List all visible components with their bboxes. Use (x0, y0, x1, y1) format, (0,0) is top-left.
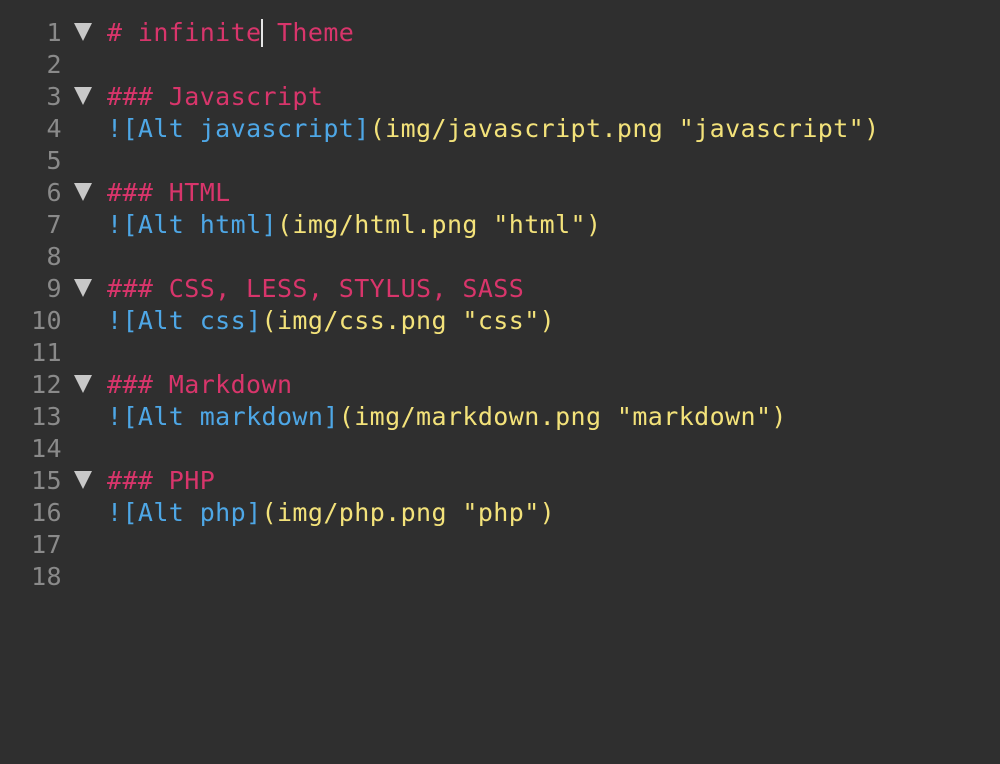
code-line[interactable]: 3 ### Javascript (0, 81, 1000, 113)
image-link-close-bracket: ] (354, 114, 370, 143)
code-line[interactable]: 17 (0, 529, 1000, 561)
code-text[interactable]: ![Alt php](img/php.png "php") (107, 497, 555, 529)
code-line[interactable]: 11 (0, 337, 1000, 369)
code-line[interactable]: 9 ### CSS, LESS, STYLUS, SASS (0, 273, 1000, 305)
image-url: (img/markdown.png "markdown") (338, 402, 787, 431)
fold-triangle-down-icon[interactable] (72, 465, 94, 497)
image-link-close-bracket: ] (261, 210, 277, 239)
code-text[interactable]: ### CSS, LESS, STYLUS, SASS (107, 273, 524, 305)
triangle-down-icon (74, 87, 92, 105)
line-number: 7 (46, 210, 62, 239)
image-link-open-bracket: ![ (107, 306, 138, 335)
markdown-heading: ### HTML (107, 178, 231, 207)
triangle-down-icon (74, 279, 92, 297)
image-url: (img/css.png "css") (261, 306, 556, 335)
image-link-close-bracket: ] (323, 402, 339, 431)
code-line[interactable]: 7 ![Alt html](img/html.png "html") (0, 209, 1000, 241)
line-number: 10 (31, 306, 62, 335)
fold-triangle-down-icon[interactable] (72, 177, 94, 209)
fold-triangle-down-icon[interactable] (72, 17, 94, 49)
image-url: (img/javascript.png "javascript") (369, 114, 880, 143)
code-line[interactable]: 14 (0, 433, 1000, 465)
line-number: 9 (46, 274, 62, 303)
image-link-open-bracket: ![ (107, 402, 138, 431)
code-line[interactable]: 16 ![Alt php](img/php.png "php") (0, 497, 1000, 529)
fold-triangle-down-icon[interactable] (72, 369, 94, 401)
line-number: 13 (31, 402, 62, 431)
markdown-heading: ### Javascript (107, 82, 324, 111)
code-text[interactable]: ### Javascript (107, 81, 323, 113)
code-line[interactable]: 1 # infinite Theme (0, 17, 1000, 49)
image-url: (img/html.png "html") (276, 210, 602, 239)
fold-triangle-down-icon[interactable] (72, 273, 94, 305)
image-alt-text: Alt javascript (137, 114, 355, 143)
line-number: 5 (46, 146, 62, 175)
line-number: 16 (31, 498, 62, 527)
line-number: 18 (31, 562, 62, 591)
code-text[interactable]: # infinite Theme (107, 17, 354, 49)
code-line[interactable]: 15 ### PHP (0, 465, 1000, 497)
image-alt-text: Alt css (137, 306, 247, 335)
code-line[interactable]: 2 (0, 49, 1000, 81)
code-text[interactable]: ![Alt markdown](img/markdown.png "markdo… (107, 401, 787, 433)
markdown-heading: # infinite (107, 18, 262, 47)
markdown-heading-rest: Theme (261, 18, 355, 47)
code-line[interactable]: 10 ![Alt css](img/css.png "css") (0, 305, 1000, 337)
code-lines: 1 # infinite Theme 2 3 ### Javascript 4 ![Alt … (0, 17, 1000, 593)
code-line[interactable]: 18 (0, 561, 1000, 593)
line-number: 1 (46, 18, 62, 47)
code-line[interactable]: 12 ### Markdown (0, 369, 1000, 401)
image-alt-text: Alt php (137, 498, 247, 527)
triangle-down-icon (74, 375, 92, 393)
markdown-heading: ### Markdown (107, 370, 293, 399)
triangle-down-icon (74, 23, 92, 41)
line-number: 17 (31, 530, 62, 559)
line-number: 11 (31, 338, 62, 367)
image-link-open-bracket: ![ (107, 114, 138, 143)
code-text[interactable]: ![Alt css](img/css.png "css") (107, 305, 555, 337)
code-line[interactable]: 13 ![Alt markdown](img/markdown.png "mark… (0, 401, 1000, 433)
image-link-close-bracket: ] (246, 498, 262, 527)
code-text[interactable]: ![Alt javascript](img/javascript.png "ja… (107, 113, 880, 145)
line-number: 4 (46, 114, 62, 143)
image-alt-text: Alt markdown (137, 402, 324, 431)
fold-triangle-down-icon[interactable] (72, 81, 94, 113)
code-text[interactable]: ![Alt html](img/html.png "html") (107, 209, 601, 241)
triangle-down-icon (74, 183, 92, 201)
markdown-heading: ### CSS, LESS, STYLUS, SASS (107, 274, 525, 303)
code-text[interactable]: ### Markdown (107, 369, 292, 401)
code-line[interactable]: 8 (0, 241, 1000, 273)
image-link-open-bracket: ![ (107, 210, 138, 239)
image-link-open-bracket: ![ (107, 498, 138, 527)
code-text[interactable]: ### HTML (107, 177, 231, 209)
image-url: (img/php.png "php") (261, 498, 556, 527)
code-line[interactable]: 5 (0, 145, 1000, 177)
markdown-heading: ### PHP (107, 466, 216, 495)
code-editor[interactable]: 1 # infinite Theme 2 3 ### Javascript 4 ![Alt … (0, 0, 1000, 764)
line-number: 3 (46, 82, 62, 111)
code-text[interactable]: ### PHP (107, 465, 215, 497)
image-alt-text: Alt html (137, 210, 262, 239)
triangle-down-icon (74, 471, 92, 489)
code-line[interactable]: 4 ![Alt javascript](img/javascript.png "j… (0, 113, 1000, 145)
line-number: 15 (31, 466, 62, 495)
line-number: 12 (31, 370, 62, 399)
line-number: 8 (46, 242, 62, 271)
line-number: 6 (46, 178, 62, 207)
image-link-close-bracket: ] (246, 306, 262, 335)
line-number: 2 (46, 50, 62, 79)
line-number: 14 (31, 434, 62, 463)
code-line[interactable]: 6 ### HTML (0, 177, 1000, 209)
